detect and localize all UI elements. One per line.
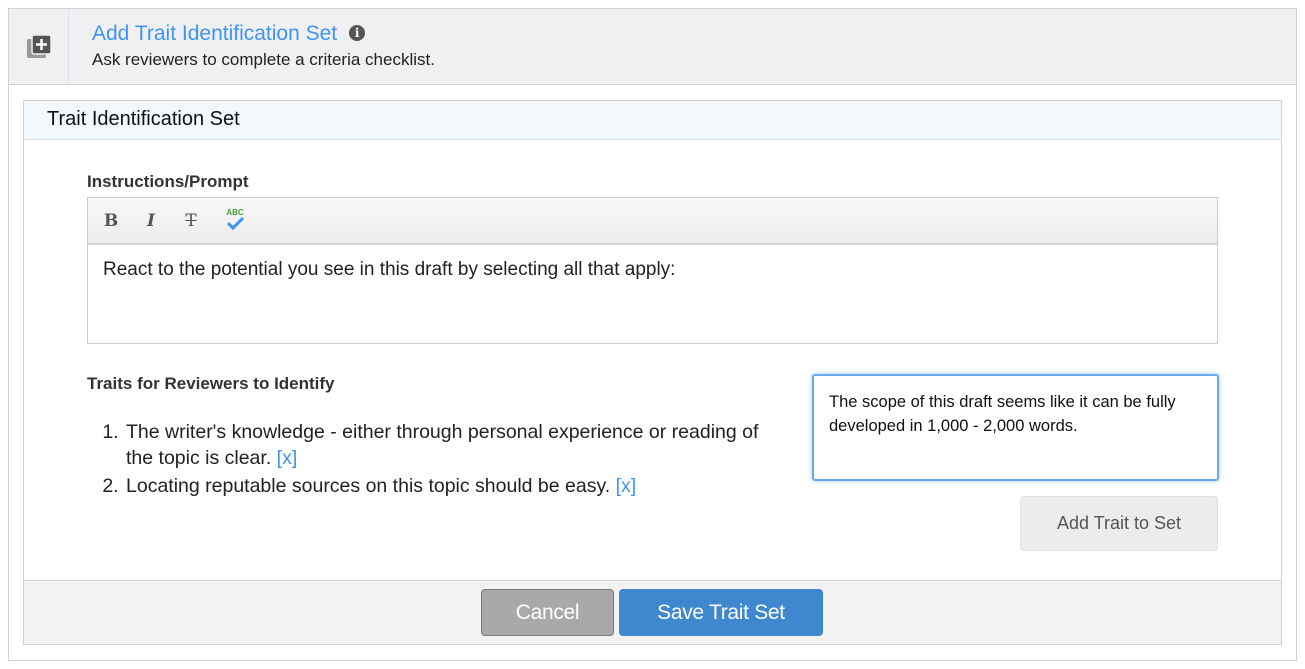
traits-list: The writer's knowledge - either through … — [124, 419, 764, 501]
remove-trait-link[interactable]: [x] — [616, 475, 637, 497]
add-trait-set-dialog: Add Trait Identification Set i Ask review… — [8, 8, 1297, 661]
remove-trait-link[interactable]: [x] — [277, 447, 298, 469]
dialog-footer: Cancel Save Trait Set — [24, 580, 1281, 644]
bold-icon[interactable]: B — [102, 211, 120, 231]
trait-set-panel: Trait Identification Set Instructions/Pr… — [23, 100, 1282, 645]
new-trait-input[interactable]: The scope of this draft seems like it ca… — [812, 374, 1219, 481]
strikethrough-icon[interactable]: T — [182, 211, 200, 231]
dialog-title: Add Trait Identification Set i — [92, 22, 366, 46]
traits-label: Traits for Reviewers to Identify — [87, 374, 335, 393]
trait-item: The writer's knowledge - either through … — [124, 419, 764, 471]
spellcheck-icon[interactable]: ABC — [222, 208, 248, 232]
editor-toolbar: B I T ABC — [88, 198, 1217, 245]
add-trait-button[interactable]: Add Trait to Set — [1020, 496, 1218, 551]
dialog-header: Add Trait Identification Set i Ask review… — [9, 9, 1296, 85]
instructions-editor: B I T ABC React to the potential you see… — [87, 197, 1218, 344]
instructions-label: Instructions/Prompt — [87, 172, 249, 191]
info-icon[interactable]: i — [349, 25, 366, 41]
instructions-input[interactable]: React to the potential you see in this d… — [88, 245, 1217, 295]
italic-icon[interactable]: I — [142, 211, 160, 231]
add-to-library-icon — [9, 9, 69, 84]
panel-title: Trait Identification Set — [24, 101, 1281, 140]
trait-item: Locating reputable sources on this topic… — [124, 473, 764, 499]
save-trait-set-button[interactable]: Save Trait Set — [619, 589, 823, 636]
dialog-subtitle: Ask reviewers to complete a criteria che… — [92, 50, 435, 69]
cancel-button[interactable]: Cancel — [481, 589, 614, 636]
